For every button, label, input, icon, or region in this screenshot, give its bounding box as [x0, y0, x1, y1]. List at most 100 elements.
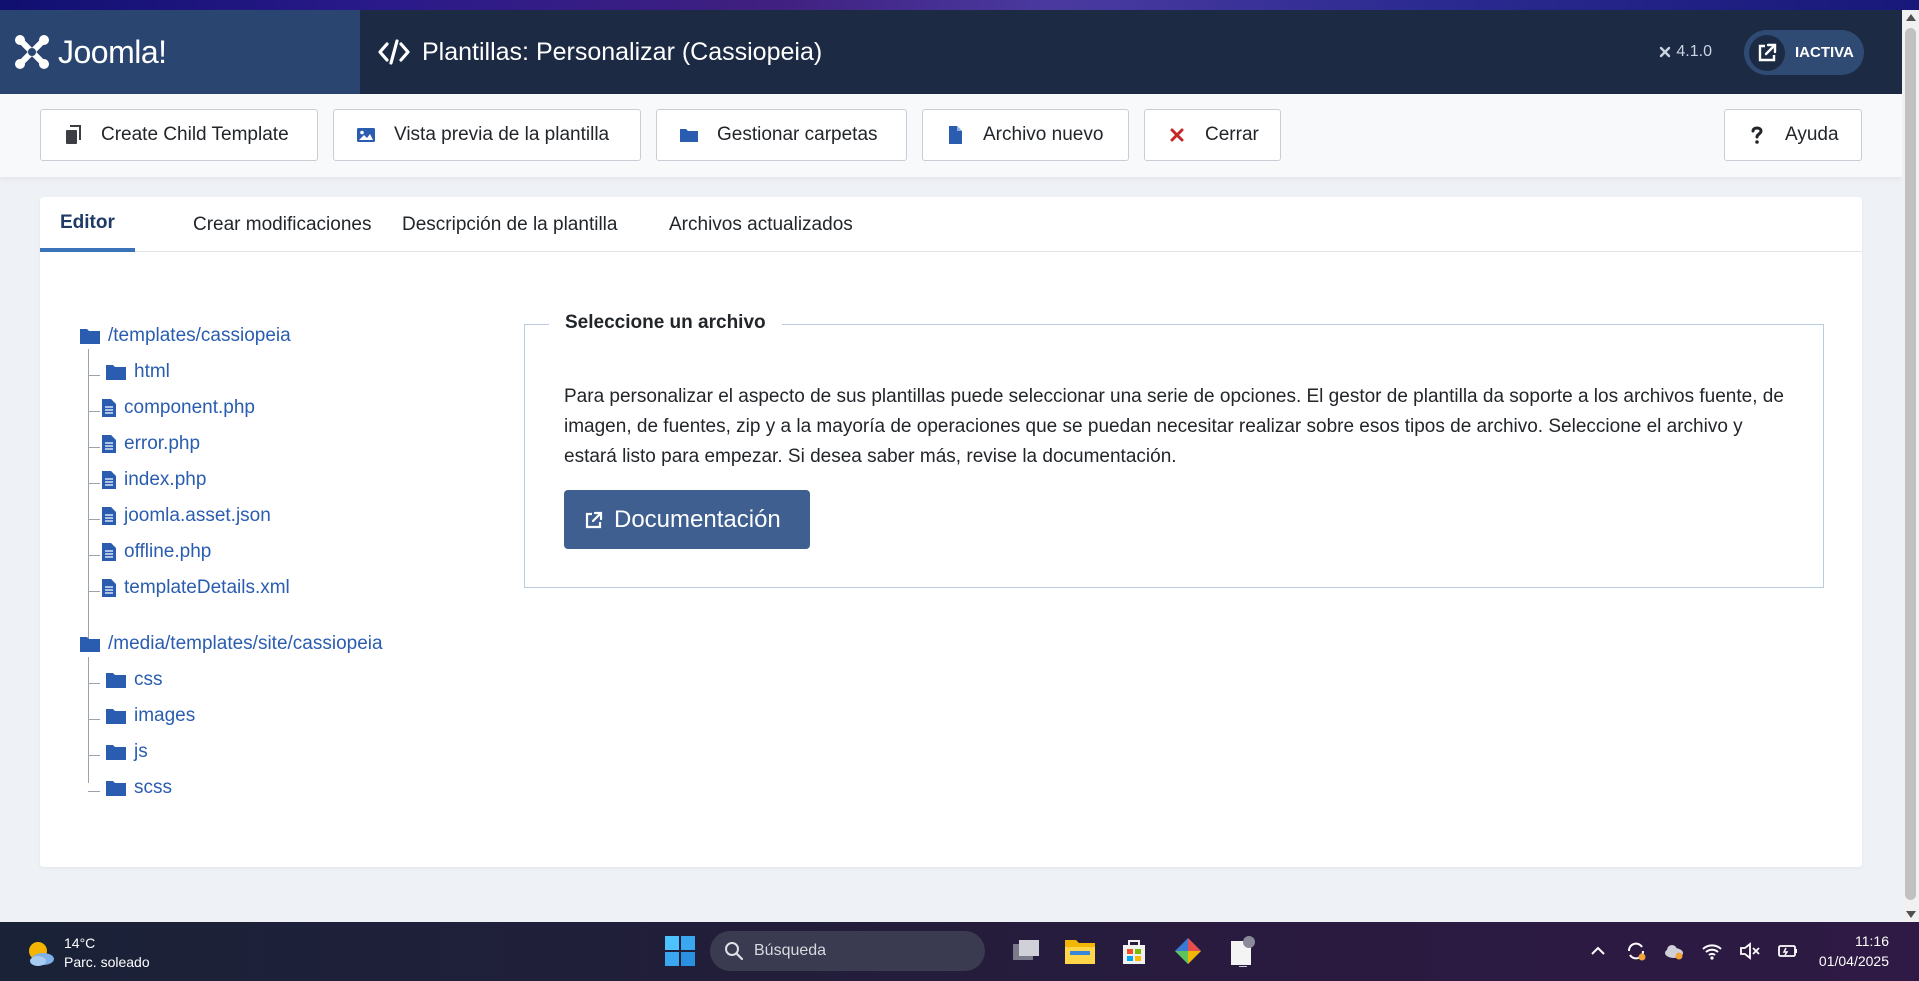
- template-preview-label: Vista previa de la plantilla: [394, 124, 610, 145]
- folder-icon: [106, 673, 126, 688]
- question-icon: [1751, 126, 1763, 144]
- os-taskbar: 14°C Parc. soleado Búsqueda 11:16 01/04/…: [0, 922, 1919, 981]
- system-tray: 11:16 01/04/2025: [1579, 931, 1889, 971]
- windows-start-icon[interactable]: [664, 935, 696, 967]
- folder-icon: [80, 329, 100, 344]
- tree-item-label: images: [134, 705, 196, 726]
- tree-item-folder[interactable]: images: [106, 705, 195, 727]
- tab-create-overrides[interactable]: Crear modificaciones: [173, 197, 391, 252]
- file-text-icon: [102, 435, 116, 453]
- close-label: Cerrar: [1205, 124, 1259, 145]
- tree-item-file[interactable]: error.php: [102, 433, 200, 455]
- documentation-button[interactable]: Documentación: [564, 490, 810, 549]
- tree-item-file[interactable]: templateDetails.xml: [102, 577, 290, 599]
- manage-folders-button[interactable]: Gestionar carpetas: [656, 109, 907, 161]
- fieldset-description: Para personalizar el aspecto de sus plan…: [564, 386, 1784, 467]
- clock-time: 11:16: [1855, 933, 1889, 949]
- file-text-icon: [102, 471, 116, 489]
- folder-icon: [106, 365, 126, 380]
- tab-updated-files[interactable]: Archivos actualizados: [649, 197, 873, 252]
- folder-icon: [106, 781, 126, 796]
- volume-muted-icon[interactable]: [1739, 940, 1761, 962]
- taskbar-search[interactable]: Búsqueda: [710, 931, 985, 971]
- documentation-label: Documentación: [614, 505, 781, 533]
- site-link-button[interactable]: IACTIVA: [1744, 30, 1864, 75]
- tab-editor[interactable]: Editor: [40, 197, 135, 252]
- folder-label: /media/templates/site/cassiopeia: [108, 633, 383, 654]
- tree-item-folder[interactable]: css: [106, 669, 163, 691]
- copy-icon: [66, 125, 81, 144]
- microsoft-store-icon[interactable]: [1114, 931, 1154, 971]
- scroll-up-arrow-icon[interactable]: [1906, 14, 1916, 21]
- clock-date: 01/04/2025: [1818, 953, 1889, 969]
- clock[interactable]: 11:16 01/04/2025: [1819, 931, 1889, 971]
- tree-item-label: offline.php: [124, 541, 212, 562]
- notepad-app-icon[interactable]: [1222, 931, 1262, 971]
- template-preview-button[interactable]: Vista previa de la plantilla: [333, 109, 641, 161]
- cloud-icon[interactable]: [1663, 940, 1685, 962]
- tree-item-label: error.php: [124, 433, 201, 454]
- git-app-icon[interactable]: [1168, 931, 1208, 971]
- tab-template-description[interactable]: Descripción de la plantilla: [382, 197, 637, 252]
- folder-icon: [80, 637, 100, 652]
- folder-icon: [680, 129, 698, 142]
- file-text-icon: [102, 507, 116, 525]
- tree-item-label: scss: [134, 777, 172, 798]
- site-name-label: IACTIVA: [1795, 44, 1854, 61]
- version-badge: 4.1.0: [1658, 10, 1712, 94]
- version-text: 4.1.0: [1676, 43, 1712, 60]
- close-button[interactable]: Cerrar: [1144, 109, 1281, 161]
- tree-connector: [88, 657, 89, 783]
- tree-item-label: index.php: [124, 469, 207, 490]
- folder-templates-cassiopeia[interactable]: /templates/cassiopeia: [80, 325, 291, 347]
- folder-media-templates-cassiopeia[interactable]: /media/templates/site/cassiopeia: [80, 633, 383, 655]
- weather-widget[interactable]: 14°C Parc. soleado: [24, 934, 150, 972]
- search-placeholder: Búsqueda: [754, 942, 827, 959]
- image-icon: [357, 128, 375, 142]
- weather-text: Parc. soleado: [64, 954, 150, 970]
- tree-item-file[interactable]: offline.php: [102, 541, 211, 563]
- new-file-label: Archivo nuevo: [983, 124, 1104, 145]
- tree-item-file[interactable]: component.php: [102, 397, 255, 419]
- tree-item-file[interactable]: index.php: [102, 469, 206, 491]
- file-explorer-icon[interactable]: [1060, 931, 1100, 971]
- tree-item-label: joomla.asset.json: [124, 505, 271, 526]
- file-text-icon: [102, 399, 116, 417]
- folder-label: /templates/cassiopeia: [108, 325, 291, 346]
- battery-icon[interactable]: [1777, 940, 1799, 962]
- help-button[interactable]: Ayuda: [1724, 109, 1862, 161]
- scroll-down-arrow-icon[interactable]: [1906, 911, 1916, 918]
- wifi-icon[interactable]: [1701, 940, 1723, 962]
- page-title-text: Plantillas: Personalizar (Cassiopeia): [422, 37, 823, 66]
- joomla-logo-icon: [15, 35, 49, 69]
- chevron-up-icon[interactable]: [1587, 940, 1609, 962]
- close-icon: [1170, 128, 1184, 142]
- taskbar-apps: Búsqueda: [664, 931, 1269, 971]
- joomla-logo[interactable]: Joomla!: [0, 10, 360, 94]
- file-icon: [949, 126, 962, 144]
- new-file-button[interactable]: Archivo nuevo: [922, 109, 1129, 161]
- tree-item-file[interactable]: joomla.asset.json: [102, 505, 271, 527]
- task-view-icon[interactable]: [1006, 931, 1046, 971]
- page-title: Plantillas: Personalizar (Cassiopeia): [378, 10, 822, 94]
- tree-item-folder[interactable]: html: [106, 361, 170, 383]
- external-link-icon: [585, 511, 603, 528]
- vertical-scrollbar[interactable]: [1902, 10, 1919, 922]
- app-header: Joomla! Plantillas: Personalizar (Cassio…: [0, 10, 1902, 94]
- joomla-small-icon: [1660, 46, 1671, 58]
- tree-item-folder[interactable]: js: [106, 741, 148, 763]
- tree-item-label: templateDetails.xml: [124, 577, 290, 598]
- sync-icon[interactable]: [1625, 940, 1647, 962]
- folder-icon: [106, 745, 126, 760]
- tree-connector: [88, 349, 89, 647]
- create-child-template-button[interactable]: Create Child Template: [40, 109, 318, 161]
- code-icon: [378, 39, 410, 65]
- file-text-icon: [102, 543, 116, 561]
- scroll-thumb[interactable]: [1905, 28, 1916, 900]
- external-link-icon: [1749, 34, 1785, 71]
- tab-bar: Editor Crear modificaciones Descripción …: [40, 197, 1862, 252]
- fieldset-legend: Seleccione un archivo: [549, 312, 782, 334]
- tree-item-folder[interactable]: scss: [106, 777, 172, 799]
- tree-item-label: html: [134, 361, 170, 382]
- manage-folders-label: Gestionar carpetas: [717, 124, 878, 145]
